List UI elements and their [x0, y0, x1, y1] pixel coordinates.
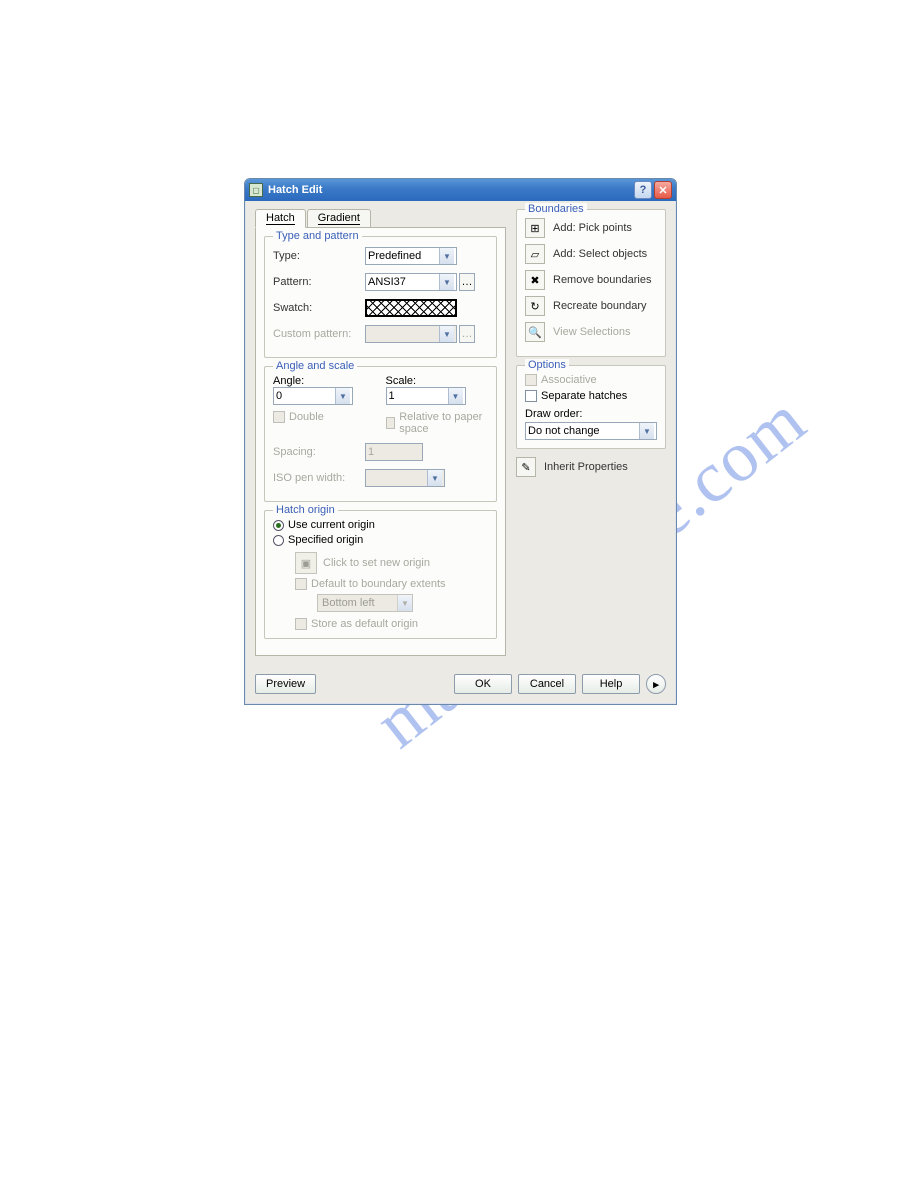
iso-select: ▼: [365, 469, 445, 487]
chevron-down-icon: ▼: [335, 388, 350, 404]
group-title: Options: [525, 359, 569, 371]
group-title: Hatch origin: [273, 504, 338, 516]
group-type-pattern: Type and pattern Type: Predefined ▼ Patt…: [264, 236, 497, 358]
relative-checkbox: [386, 417, 396, 429]
associative-label: Associative: [541, 374, 597, 386]
angle-select[interactable]: 0 ▼: [273, 387, 353, 405]
group-title: Type and pattern: [273, 230, 362, 242]
custom-browse-button: …: [459, 325, 475, 343]
select-objects-icon: ▱: [525, 244, 545, 264]
view-selections-button: 🔍 View Selections: [525, 322, 657, 342]
group-angle-scale: Angle and scale Angle: 0 ▼ Scale:: [264, 366, 497, 502]
magnifier-icon: 🔍: [525, 322, 545, 342]
chevron-down-icon: ▼: [397, 595, 412, 611]
tab-strip: Hatch Gradient: [255, 209, 506, 228]
dialog-buttons: Preview OK Cancel Help ▸: [245, 666, 676, 704]
store-default-label: Store as default origin: [311, 618, 418, 630]
chevron-down-icon: ▼: [439, 274, 454, 290]
pattern-select[interactable]: ANSI37 ▼: [365, 273, 457, 291]
group-title: Boundaries: [525, 203, 587, 215]
dialog-title: Hatch Edit: [268, 184, 634, 196]
angle-label: Angle:: [273, 375, 376, 387]
remove-boundaries-icon: ✖: [525, 270, 545, 290]
custom-pattern-select: ▼: [365, 325, 457, 343]
extents-position-select: Bottom left ▼: [317, 594, 413, 612]
radio-specified[interactable]: Specified origin: [273, 534, 488, 546]
default-extents-label: Default to boundary extents: [311, 578, 446, 590]
app-icon: ▢: [249, 183, 263, 197]
separate-hatches-label: Separate hatches: [541, 390, 627, 402]
help-button[interactable]: Help: [582, 674, 640, 694]
relative-label: Relative to paper space: [399, 411, 488, 435]
help-icon[interactable]: ?: [634, 181, 652, 199]
chevron-down-icon: ▼: [639, 423, 654, 439]
custom-pattern-label: Custom pattern:: [273, 328, 365, 340]
tab-panel-hatch: Type and pattern Type: Predefined ▼ Patt…: [255, 227, 506, 656]
double-label: Double: [289, 411, 324, 423]
tab-hatch[interactable]: Hatch: [255, 209, 306, 228]
group-hatch-origin: Hatch origin Use current origin Specifie…: [264, 510, 497, 639]
group-boundaries: Boundaries ⊞ Add: Pick points ▱ Add: Sel…: [516, 209, 666, 357]
spacing-input: [365, 443, 423, 461]
separate-hatches-checkbox[interactable]: [525, 390, 537, 402]
ok-button[interactable]: OK: [454, 674, 512, 694]
store-default-checkbox: [295, 618, 307, 630]
cancel-button[interactable]: Cancel: [518, 674, 576, 694]
associative-checkbox: [525, 374, 537, 386]
scale-label: Scale:: [386, 375, 489, 387]
preview-button[interactable]: Preview: [255, 674, 316, 694]
scale-select[interactable]: 1 ▼: [386, 387, 466, 405]
group-options: Options Associative Separate hatches Dra…: [516, 365, 666, 449]
iso-label: ISO pen width:: [273, 472, 365, 484]
swatch-label: Swatch:: [273, 302, 365, 314]
add-select-objects-button[interactable]: ▱ Add: Select objects: [525, 244, 657, 264]
chevron-down-icon: ▼: [439, 326, 454, 342]
pick-points-icon: ⊞: [525, 218, 545, 238]
group-title: Angle and scale: [273, 360, 357, 372]
recreate-boundary-button[interactable]: ↻ Recreate boundary: [525, 296, 657, 316]
radio-use-current[interactable]: Use current origin: [273, 519, 488, 531]
tab-gradient[interactable]: Gradient: [307, 209, 371, 228]
default-extents-checkbox: [295, 578, 307, 590]
add-pick-points-button[interactable]: ⊞ Add: Pick points: [525, 218, 657, 238]
pattern-label: Pattern:: [273, 276, 365, 288]
set-origin-button: ▣: [295, 552, 317, 574]
draw-order-label: Draw order:: [525, 408, 657, 420]
inherit-properties-button[interactable]: ✎ Inherit Properties: [516, 457, 666, 477]
chevron-down-icon: ▼: [427, 470, 442, 486]
swatch-preview[interactable]: [365, 299, 457, 317]
titlebar[interactable]: ▢ Hatch Edit ? ✕: [245, 179, 676, 201]
draw-order-select[interactable]: Do not change ▼: [525, 422, 657, 440]
set-origin-label: Click to set new origin: [323, 557, 430, 569]
inherit-icon: ✎: [516, 457, 536, 477]
chevron-down-icon: ▼: [448, 388, 463, 404]
type-select[interactable]: Predefined ▼: [365, 247, 457, 265]
expand-button[interactable]: ▸: [646, 674, 666, 694]
type-label: Type:: [273, 250, 365, 262]
double-checkbox: [273, 411, 285, 423]
hatch-edit-dialog: ▢ Hatch Edit ? ✕ Hatch Gradient Type and…: [244, 178, 677, 705]
spacing-label: Spacing:: [273, 446, 365, 458]
close-icon[interactable]: ✕: [654, 181, 672, 199]
recreate-boundary-icon: ↻: [525, 296, 545, 316]
pattern-browse-button[interactable]: …: [459, 273, 475, 291]
chevron-down-icon: ▼: [439, 248, 454, 264]
remove-boundaries-button[interactable]: ✖ Remove boundaries: [525, 270, 657, 290]
